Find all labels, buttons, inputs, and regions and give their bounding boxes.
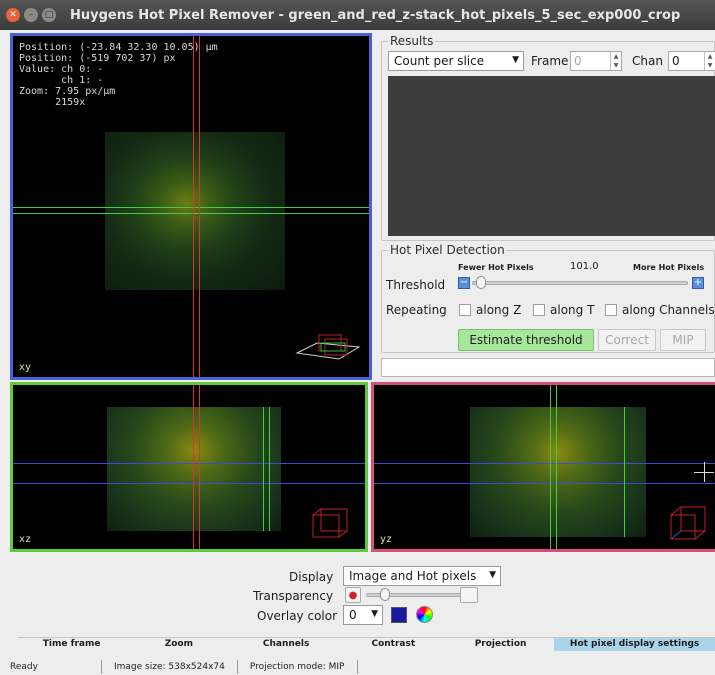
- estimate-threshold-button[interactable]: Estimate threshold: [458, 329, 594, 351]
- display-select-value: Image and Hot pixels: [349, 569, 477, 583]
- chan-value: 0: [672, 54, 680, 68]
- xy-crosshair-horizontal-green: [13, 207, 369, 208]
- threshold-slider[interactable]: [472, 281, 688, 285]
- chan-spinbox[interactable]: 0 ▲ ▼: [668, 51, 715, 71]
- overlay-color-label: Overlay color: [257, 609, 338, 623]
- results-group-title: Results: [388, 34, 436, 48]
- close-window-icon[interactable]: ✕: [6, 8, 20, 22]
- more-hot-pixels-label: More Hot Pixels: [633, 263, 705, 272]
- xz-crosshair-vertical-green-2: [269, 407, 270, 531]
- overlay-color-select[interactable]: 0 ▼: [343, 605, 383, 625]
- yz-orientation-cube-icon: [670, 506, 706, 540]
- maximize-window-icon[interactable]: □: [42, 8, 56, 22]
- message-field: [381, 358, 715, 377]
- transparency-slider-handle[interactable]: [380, 588, 390, 601]
- bottom-tab-bar: Time frame Zoom Channels Contrast Projec…: [18, 637, 715, 651]
- xz-crosshair-vertical-red-2: [199, 385, 200, 549]
- overlay-color-value: 0: [349, 608, 357, 622]
- display-select[interactable]: Image and Hot pixels ▼: [343, 566, 501, 586]
- title-bar: ✕ – □ Huygens Hot Pixel Remover - green_…: [0, 0, 715, 30]
- results-view-select[interactable]: Count per slice ▼: [388, 51, 524, 71]
- detection-group-title: Hot Pixel Detection: [388, 243, 507, 257]
- tab-zoom[interactable]: Zoom: [125, 638, 232, 651]
- display-label: Display: [289, 570, 334, 584]
- xz-crosshair-horizontal-blue-2: [13, 483, 365, 484]
- results-view-select-value: Count per slice: [394, 54, 485, 68]
- chevron-down-icon: ▼: [371, 609, 378, 619]
- along-channels-checkbox[interactable]: [605, 304, 617, 316]
- xz-crosshair-vertical-green: [263, 407, 264, 531]
- status-projection-mode: Projection mode: MIP: [238, 660, 358, 674]
- threshold-increase-button[interactable]: +: [692, 277, 704, 289]
- xy-position-readout: Position: (-23.84 32.30 10.05) µm Positi…: [19, 42, 218, 108]
- correct-button[interactable]: Correct: [598, 329, 656, 351]
- fewer-hot-pixels-label: Fewer Hot Pixels: [458, 263, 534, 272]
- xz-crosshair-horizontal-blue: [13, 463, 365, 464]
- results-plot-area: [388, 76, 715, 236]
- mip-button[interactable]: MIP: [660, 329, 706, 351]
- threshold-decrease-button[interactable]: −: [458, 277, 470, 289]
- frame-spinbox[interactable]: 0 ▲ ▼: [570, 51, 622, 71]
- frame-spin-arrows-icon[interactable]: ▲ ▼: [610, 52, 621, 70]
- xy-view-label: xy: [19, 362, 32, 373]
- xy-orientation-cube-icon: [295, 334, 361, 360]
- along-z-label: along Z: [476, 303, 522, 317]
- window-title: Huygens Hot Pixel Remover - green_and_re…: [70, 7, 681, 23]
- xy-view[interactable]: Position: (-23.84 32.30 10.05) µm Positi…: [10, 33, 372, 380]
- xz-view[interactable]: xz: [10, 382, 368, 552]
- yz-crosshair-vertical-green-3: [624, 407, 625, 537]
- along-t-checkbox[interactable]: [533, 304, 545, 316]
- tab-projection[interactable]: Projection: [447, 638, 554, 651]
- repeating-label: Repeating: [386, 303, 447, 317]
- chevron-down-icon: ▼: [512, 55, 519, 65]
- tab-hot-pixel-display-settings[interactable]: Hot pixel display settings: [554, 638, 715, 651]
- yz-specimen-image: [470, 407, 646, 537]
- yz-view[interactable]: yz: [371, 382, 715, 552]
- overlay-color-swatch[interactable]: [391, 607, 407, 623]
- tab-time-frame[interactable]: Time frame: [18, 638, 125, 651]
- tab-contrast[interactable]: Contrast: [340, 638, 447, 651]
- frame-label: Frame: [531, 54, 569, 68]
- along-t-label: along T: [550, 303, 595, 317]
- transparency-label: Transparency: [253, 589, 334, 603]
- xz-crosshair-vertical-red: [193, 385, 194, 549]
- minimize-window-icon[interactable]: –: [24, 8, 38, 22]
- chevron-down-icon: ▼: [489, 570, 496, 580]
- status-image-size: Image size: 538x524x74: [102, 660, 238, 674]
- xz-view-label: xz: [19, 534, 32, 545]
- threshold-label: Threshold: [386, 278, 446, 292]
- xy-specimen-image: [105, 132, 285, 290]
- xz-specimen-image: [107, 407, 281, 531]
- tab-channels[interactable]: Channels: [232, 638, 339, 651]
- frame-value: 0: [574, 54, 582, 68]
- mouse-cursor-crosshair-v: [704, 462, 705, 482]
- yz-crosshair-vertical-green-2: [556, 385, 557, 549]
- results-group: Results Count per slice ▼ Frame 0 ▲ ▼ Cha…: [381, 34, 715, 241]
- yz-crosshair-horizontal-blue: [374, 463, 715, 464]
- along-channels-label: along Channels: [622, 303, 715, 317]
- hot-pixel-detection-group: Hot Pixel Detection Fewer Hot Pixels 101…: [381, 243, 715, 353]
- xz-orientation-cube-icon: [312, 508, 348, 538]
- status-bar: Ready Image size: 538x524x74 Projection …: [0, 659, 715, 675]
- along-z-checkbox[interactable]: [459, 304, 471, 316]
- color-wheel-icon[interactable]: [416, 606, 433, 623]
- yz-crosshair-horizontal-blue-2: [374, 483, 715, 484]
- chan-label: Chan: [632, 54, 663, 68]
- yz-crosshair-vertical-green: [550, 385, 551, 549]
- chan-spin-arrows-icon[interactable]: ▲ ▼: [704, 52, 715, 70]
- status-state: Ready: [0, 660, 102, 674]
- yz-view-label: yz: [380, 534, 393, 545]
- transparency-end-button[interactable]: [460, 587, 478, 603]
- xy-crosshair-horizontal-green-2: [13, 213, 369, 214]
- threshold-value: 101.0: [570, 261, 599, 272]
- transparency-reset-button[interactable]: ●: [345, 587, 361, 603]
- threshold-slider-handle[interactable]: [476, 276, 487, 289]
